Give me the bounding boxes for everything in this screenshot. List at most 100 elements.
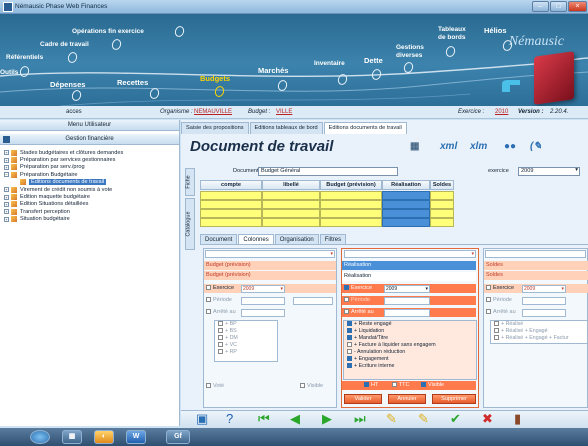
tree-item[interactable]: + Edition maquette budgétaire: [4, 193, 179, 201]
nav-recettes[interactable]: Recettes: [117, 78, 148, 87]
tab-document[interactable]: Document: [200, 234, 238, 244]
list-item-checkbox[interactable]: [218, 328, 223, 334]
periode-end-select[interactable]: [293, 297, 333, 305]
arrete-checkbox-3[interactable]: [486, 309, 491, 315]
periode-start-select-2[interactable]: [384, 297, 430, 305]
grid-header-soldes[interactable]: Soldes: [430, 180, 454, 190]
realisation-type-list[interactable]: + Reste engagé + Liquidation + Mandat/Ti…: [343, 320, 477, 380]
list-item-checkbox[interactable]: [218, 342, 223, 348]
ht-radio[interactable]: [364, 382, 369, 388]
taskbar-app-icon[interactable]: ▦: [62, 430, 82, 444]
edit-document-icon[interactable]: (✎: [530, 141, 542, 152]
column-soldes-dropdown[interactable]: [485, 250, 586, 258]
arrete-date-select-2[interactable]: [384, 309, 430, 317]
expand-icon[interactable]: +: [4, 209, 9, 215]
list-item-checkbox[interactable]: [347, 349, 352, 355]
exercice-year-select-2[interactable]: 2009 ▾: [384, 285, 430, 293]
tree-item[interactable]: + Situation budgétaire: [4, 216, 179, 223]
exit-door-icon[interactable]: ▮: [514, 411, 521, 426]
grid-cell[interactable]: [320, 200, 382, 209]
exercice-select[interactable]: 2009 ▾: [518, 167, 580, 176]
visible-checkbox[interactable]: [300, 383, 305, 389]
collapse-icon[interactable]: −: [4, 172, 9, 178]
grid-header-budget[interactable]: Budget (prévision): [320, 180, 382, 190]
arrete-date-select[interactable]: [241, 309, 285, 317]
organisme-link[interactable]: NEMAUVILLE: [194, 109, 232, 115]
menu-utilisateur-header[interactable]: Menu Utilisateur: [0, 120, 179, 131]
expand-icon[interactable]: +: [4, 157, 9, 163]
nav-helios[interactable]: Hélios: [484, 26, 507, 35]
grid-cell-selected[interactable]: [382, 218, 430, 227]
side-tab-fiche[interactable]: Fiche: [185, 168, 195, 196]
list-item-checkbox[interactable]: [347, 335, 352, 341]
nav-gestions-diverses[interactable]: Gestions diverses: [396, 44, 430, 60]
list-item-checkbox[interactable]: [218, 321, 223, 327]
minimize-button[interactable]: –: [532, 1, 549, 12]
validate-check-icon[interactable]: ✔: [450, 411, 461, 426]
nav-cadre-de-travail[interactable]: Cadre de travail: [40, 41, 89, 48]
list-item-checkbox[interactable]: [347, 342, 352, 348]
soldes-type-list[interactable]: + Réalisé + Réalisé + Engagé + Réalisé +…: [490, 320, 588, 344]
grid-cell[interactable]: [200, 209, 262, 218]
tree-item[interactable]: + Préparation par serv./prog: [4, 164, 179, 171]
xlm-export-icon[interactable]: xlm: [470, 141, 487, 152]
tab-colonnes[interactable]: Colonnes: [238, 234, 274, 244]
grid-cell[interactable]: [262, 200, 320, 209]
printer-icon[interactable]: ▦: [410, 141, 419, 152]
grid-header-compte[interactable]: compte: [200, 180, 262, 190]
grid-cell[interactable]: [320, 209, 382, 218]
grid-cell[interactable]: [430, 200, 454, 209]
nav-budgets[interactable]: Budgets: [200, 74, 230, 83]
nav-outils[interactable]: Outils: [0, 69, 18, 76]
vote-checkbox[interactable]: [206, 383, 211, 389]
last-record-icon[interactable]: ⏭: [354, 411, 366, 426]
tree-item[interactable]: + Stades budgétaires et clôtures demandes: [4, 149, 179, 156]
grid-cell[interactable]: [262, 191, 320, 200]
tree-item-selected[interactable]: Editions documents de travail: [4, 179, 179, 186]
nav-marches[interactable]: Marchés: [258, 66, 288, 75]
nav-inventaire[interactable]: Inventaire: [314, 60, 345, 67]
arrete-checkbox-2[interactable]: [344, 309, 349, 315]
periode-start-select[interactable]: [241, 297, 285, 305]
list-item-checkbox[interactable]: [494, 321, 499, 327]
periode-checkbox[interactable]: [206, 297, 211, 303]
ttc-radio[interactable]: [391, 382, 397, 388]
list-item-checkbox[interactable]: [347, 356, 352, 362]
exercice-year-select-3[interactable]: 2009 ▾: [522, 285, 566, 293]
valider-button[interactable]: Valider: [344, 394, 382, 404]
exercice-checkbox[interactable]: [206, 285, 211, 291]
grid-cell[interactable]: [320, 218, 382, 227]
column-budget-dropdown[interactable]: ▾: [205, 250, 335, 258]
gestion-financiere-header[interactable]: Gestion financière: [0, 134, 179, 145]
word-taskbar-icon[interactable]: W: [126, 430, 146, 444]
list-item-checkbox[interactable]: [347, 321, 352, 327]
document-field[interactable]: Budget Général: [258, 167, 398, 176]
budget-link[interactable]: VILLE: [276, 109, 292, 115]
expand-icon[interactable]: +: [4, 164, 9, 170]
exercice-year-select[interactable]: 2009 ▾: [241, 285, 285, 293]
column-realisation-field-2[interactable]: Réalisation: [342, 272, 476, 281]
exercice-link[interactable]: 2010: [495, 109, 508, 115]
column-realisation-field[interactable]: Réalisation: [342, 261, 476, 270]
tab-saisie-propositions[interactable]: Saisie des propositions: [181, 122, 249, 134]
grid-cell-selected[interactable]: [382, 209, 430, 218]
grid-cell[interactable]: [200, 200, 262, 209]
outlook-taskbar-icon[interactable]: ◐: [94, 430, 114, 444]
list-item-checkbox[interactable]: [347, 328, 352, 334]
edit-record-icon[interactable]: ✎: [418, 411, 429, 426]
start-button-icon[interactable]: [30, 430, 50, 444]
add-record-icon[interactable]: ✎: [386, 411, 397, 426]
xml-export-icon[interactable]: xml: [440, 141, 457, 152]
grid-cell[interactable]: [200, 218, 262, 227]
grid-header-libelle[interactable]: libellé: [262, 180, 320, 190]
grid-cell[interactable]: [262, 209, 320, 218]
help-icon[interactable]: ?: [226, 411, 233, 426]
nav-depenses[interactable]: Dépenses: [50, 80, 85, 89]
nav-tableaux-de-bords[interactable]: Tableaux de bords: [438, 26, 468, 42]
tab-editions-documents-de-travail[interactable]: Editions documents de travail: [323, 122, 407, 134]
periode-start-select-3[interactable]: [522, 297, 566, 305]
tree-item[interactable]: − Préparation Budgétaire: [4, 171, 179, 178]
grid-cell[interactable]: [320, 191, 382, 200]
glasses-icon[interactable]: ●●: [504, 141, 516, 152]
annuler-button[interactable]: Annuler: [388, 394, 426, 404]
